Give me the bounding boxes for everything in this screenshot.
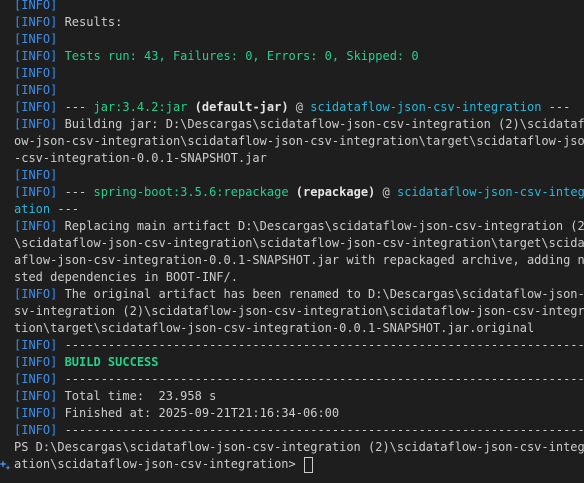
separator-text: @ — [375, 185, 397, 199]
terminal-line: PS D:\Descargas\scidataflow-json-csv-int… — [0, 439, 584, 456]
separator-text: @ — [288, 100, 311, 114]
terminal-line: sted dependencies in BOOT-INF/. — [0, 269, 584, 286]
info-tag: [INFO] — [14, 168, 58, 182]
line-text: The original artifact has been renamed t… — [57, 287, 584, 301]
separator-text: --- — [541, 100, 571, 114]
terminal-line: ation --- — [0, 201, 584, 218]
separator-text: --- — [50, 202, 80, 216]
info-tag: [INFO] — [14, 219, 58, 233]
terminal-line: [INFO] — [0, 31, 584, 48]
goal-name: (default-jar) — [194, 100, 289, 114]
info-tag: [INFO] — [14, 389, 58, 403]
info-tag: [INFO] — [14, 117, 58, 131]
line-text: Total time: 23.958 s — [57, 389, 217, 403]
info-tag: [INFO] — [14, 15, 58, 29]
terminal-panel[interactable]: [INFO] [INFO] Results: [INFO] [INFO] Tests … — [0, 0, 584, 483]
terminal-line: [INFO] — [0, 82, 584, 99]
line-text: sv-integration (2)\scidataflow-json-csv-… — [14, 304, 584, 318]
test-summary: Tests run: 43, Failures: 0, Errors: 0, S… — [57, 49, 419, 63]
line-text: Results: — [57, 15, 123, 29]
line-text: tion\target\scidataflow-json-csv-integra… — [14, 321, 535, 335]
terminal-line: [INFO] — [0, 65, 584, 82]
terminal-line: [INFO] ---------------------------------… — [0, 371, 584, 388]
terminal-line: [INFO] Building jar: D:\Descargas\scidat… — [0, 116, 584, 133]
terminal-line: [INFO] Results: — [0, 14, 584, 31]
info-tag: [INFO] — [14, 406, 58, 420]
separator-text — [289, 185, 296, 199]
terminal-line: [INFO] --- jar:3.4.2:jar (default-jar) @… — [0, 99, 584, 116]
terminal-line: [INFO] — [0, 167, 584, 184]
line-text: ow-json-csv-integration\scidataflow-json… — [14, 134, 584, 148]
line-text: ----------------------------------------… — [57, 423, 584, 437]
terminal-line: ow-json-csv-integration\scidataflow-json… — [0, 133, 584, 150]
info-tag: [INFO] — [14, 355, 58, 369]
info-tag: [INFO] — [14, 49, 58, 63]
info-tag: [INFO] — [14, 372, 58, 386]
terminal-line: sv-integration (2)\scidataflow-json-csv-… — [0, 303, 584, 320]
info-tag: [INFO] — [14, 287, 58, 301]
line-text: PS D:\Descargas\scidataflow-json-csv-int… — [14, 440, 584, 454]
terminal-line: aflow-json-csv-integration-0.0.1-SNAPSHO… — [0, 252, 584, 269]
terminal-line: [INFO] — [0, 0, 584, 14]
terminal-line: [INFO] Finished at: 2025-09-21T21:16:34-… — [0, 405, 584, 422]
terminal-line: tion\target\scidataflow-json-csv-integra… — [0, 320, 584, 337]
terminal-output: [INFO] [INFO] Results: [INFO] [INFO] Tests … — [0, 0, 584, 473]
info-tag: [INFO] — [14, 32, 58, 46]
line-text: ----------------------------------------… — [57, 338, 584, 352]
line-text: Replacing main artifact D:\Descargas\sci… — [57, 219, 584, 233]
line-text: \scidataflow-json-csv-integration\scidat… — [14, 236, 584, 250]
line-text: Building jar: D:\Descargas\scidataflow-j… — [57, 117, 584, 131]
goal-name: (repackage) — [295, 185, 376, 199]
plugin-name: spring-boot:3.5.6:repackage — [93, 185, 289, 199]
info-tag: [INFO] — [14, 66, 58, 80]
project-name: ation — [14, 202, 51, 216]
terminal-cursor[interactable] — [303, 456, 313, 473]
terminal-line: [INFO] BUILD SUCCESS — [0, 354, 584, 371]
info-tag: [INFO] — [14, 423, 58, 437]
separator-text: --- — [57, 100, 94, 114]
sparkle-icon — [0, 459, 12, 473]
line-text: aflow-json-csv-integration-0.0.1-SNAPSHO… — [14, 253, 584, 267]
project-name: scidataflow-json-csv-integr — [396, 185, 584, 199]
terminal-line: [INFO] Replacing main artifact D:\Descar… — [0, 218, 584, 235]
line-text: Finished at: 2025-09-21T21:16:34-06:00 — [57, 406, 340, 420]
terminal-line: \scidataflow-json-csv-integration\scidat… — [0, 235, 584, 252]
line-text: ation\scidataflow-json-csv-integration> — [14, 457, 303, 471]
terminal-line: [INFO] Total time: 23.958 s — [0, 388, 584, 405]
separator-text: --- — [57, 185, 94, 199]
info-tag: [INFO] — [14, 100, 58, 114]
separator-text — [187, 100, 194, 114]
terminal-line: [INFO] Tests run: 43, Failures: 0, Error… — [0, 48, 584, 65]
info-tag: [INFO] — [14, 185, 58, 199]
terminal-line: [INFO] ---------------------------------… — [0, 337, 584, 354]
info-tag: [INFO] — [14, 83, 58, 97]
terminal-line: [INFO] --- spring-boot:3.5.6:repackage (… — [0, 184, 584, 201]
project-name: scidataflow-json-csv-integration — [310, 100, 542, 114]
plugin-name: jar:3.4.2:jar — [93, 100, 188, 114]
terminal-line: [INFO] The original artifact has been re… — [0, 286, 584, 303]
line-text: -csv-integration-0.0.1-SNAPSHOT.jar — [14, 151, 267, 165]
line-text: sted dependencies in BOOT-INF/. — [14, 270, 238, 284]
info-tag: [INFO] — [14, 0, 58, 12]
info-tag: [INFO] — [14, 338, 58, 352]
line-text: ----------------------------------------… — [57, 372, 584, 386]
terminal-line: -csv-integration-0.0.1-SNAPSHOT.jar — [0, 150, 584, 167]
build-success: BUILD SUCCESS — [57, 355, 159, 369]
prompt-line: ation\scidataflow-json-csv-integration> — [0, 456, 584, 473]
terminal-line: [INFO] ---------------------------------… — [0, 422, 584, 439]
